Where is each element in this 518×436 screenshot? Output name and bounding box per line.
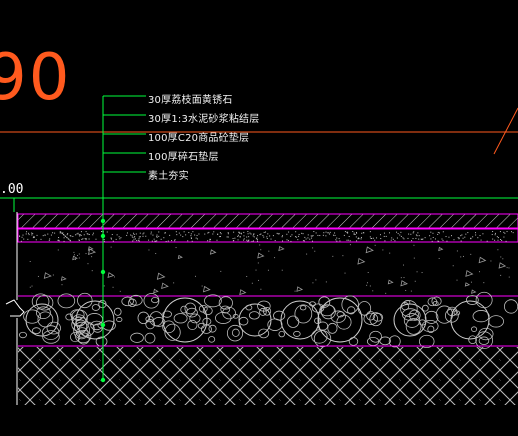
- elevation-text: .00: [0, 182, 24, 197]
- layer-label-concrete: 100厚C20商品砼垫层: [148, 133, 250, 144]
- leader-dot-0: [100, 218, 106, 224]
- leader-dot-4: [100, 377, 106, 383]
- pavement-section-drawing: [0, 95, 518, 405]
- gravel-texture: [18, 291, 518, 350]
- orange-diagonal-mark: [493, 107, 518, 155]
- leader-dot-2: [100, 269, 106, 275]
- layer-label-gravel: 100厚碎石垫层: [148, 152, 219, 163]
- leader-dot-1: [100, 233, 106, 239]
- layer-compacted-soil: [18, 347, 518, 405]
- leader-horizontal-lines: [103, 95, 146, 173]
- concrete-texture: [29, 244, 510, 296]
- section-number: 90: [0, 41, 72, 115]
- layer-label-mortar: 30厚1:3水泥砂浆粘结层: [148, 114, 260, 125]
- break-symbol: [5, 299, 25, 317]
- layer-label-stone: 30厚荔枝面黄锈石: [148, 95, 233, 106]
- leader-dot-3: [100, 322, 106, 328]
- layer-stone-finish: [17, 213, 518, 229]
- layer-label-soil: 素土夯实: [148, 171, 189, 182]
